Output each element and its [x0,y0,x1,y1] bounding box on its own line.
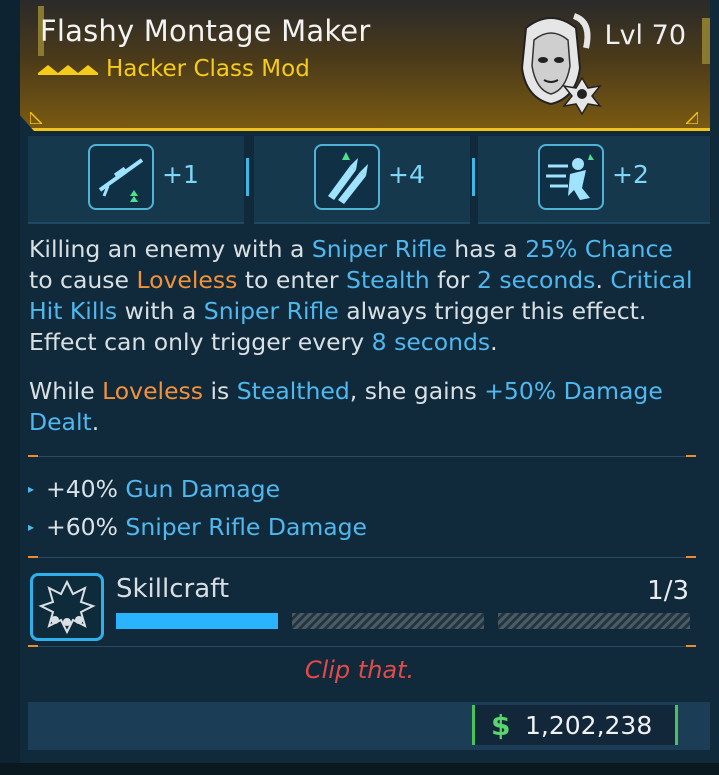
dollar-icon: $ [491,709,511,742]
sniper-rifle-icon [88,144,154,210]
header-accent-bar-right [702,18,710,64]
divider [28,646,694,647]
bonus-amount: +60% [46,513,118,541]
bonus-list: ▸ +40% Gun Damage ▸ +60% Sniper Rifle Da… [28,470,367,546]
skillcraft-progress-empty [292,613,484,629]
corner-marker-icon [686,112,698,124]
desc-text: with a [117,297,204,325]
desc-text: is [203,377,237,405]
rockets-icon [314,144,380,210]
desc-text: for [429,266,477,294]
keyword: Sniper Rifle [311,235,447,263]
stat-divider [246,158,249,196]
bonus-stat: Gun Damage [125,475,281,503]
stat-value: +1 [162,160,199,189]
description-paragraph-1: Killing an enemy with a Sniper Rifle has… [29,234,699,358]
character-portrait-icon [520,13,602,116]
item-header: Flashy Montage Maker Hacker Class Mod Lv… [20,0,710,131]
keyword: Stealthed [236,377,350,405]
keyword: 2 seconds [476,266,596,294]
skillcraft-progress-empty [498,613,690,629]
list-item: ▸ +40% Gun Damage [28,470,367,508]
stat-value: +2 [612,160,649,189]
divider [28,456,694,457]
keyword: 8 seconds [371,328,491,356]
divider [28,557,694,558]
skillcraft-progress-filled [116,613,278,629]
bottom-edge [0,763,719,775]
desc-text: Killing an enemy with a [29,235,312,263]
divider-tick [28,556,38,558]
divider-tick [686,455,696,457]
desc-text: has a [446,235,526,263]
item-level: Lvl 70 [604,20,686,51]
desc-text: . [490,328,498,356]
desc-text: While [29,377,103,405]
bonus-stat: Sniper Rifle Damage [125,513,368,541]
divider-tick [28,645,38,647]
desc-text: . [595,266,611,294]
item-type: Hacker Class Mod [106,56,310,82]
keyword: Stealth [346,266,430,294]
item-card: Flashy Montage Maker Hacker Class Mod Lv… [0,0,719,775]
skillcraft-icon [30,573,104,641]
item-name: Flashy Montage Maker [40,14,371,48]
price-value: 1,202,238 [525,711,653,740]
stat-value: +4 [388,160,425,189]
bullet-arrow-icon: ▸ [28,482,35,496]
keyword: Sniper Rifle [203,297,339,325]
divider-tick [28,455,38,457]
stat-divider [472,158,475,196]
flavor-text: Clip that. [304,656,415,684]
stat-box-rockets[interactable]: +4 [254,136,470,224]
stat-box-sniper[interactable]: +1 [28,136,244,224]
item-description: Killing an enemy with a Sniper Rifle has… [29,234,699,438]
item-type-row: Hacker Class Mod [38,56,310,82]
description-paragraph-2: While Loveless is Stealthed, she gains +… [29,376,699,438]
rarity-icon [38,65,98,75]
corner-marker-icon [30,112,42,124]
character-name: Loveless [136,266,238,294]
character-name: Loveless [102,377,204,405]
desc-text: to enter [237,266,347,294]
keyword: 25% Chance [525,235,673,263]
stat-box-dash[interactable]: +2 [478,136,710,224]
divider-tick [686,556,696,558]
bonus-amount: +40% [46,475,118,503]
desc-text: to cause [29,266,137,294]
bullet-arrow-icon: ▸ [28,520,35,534]
price-box: $ 1,202,238 [472,705,678,745]
desc-text: , she gains [349,377,485,405]
dash-attack-icon [538,144,604,210]
skillcraft-label: Skillcraft [116,574,230,604]
list-item: ▸ +60% Sniper Rifle Damage [28,508,367,546]
desc-text: . [91,408,100,436]
skillcraft-count: 1/3 [647,576,689,606]
divider-tick [686,645,696,647]
